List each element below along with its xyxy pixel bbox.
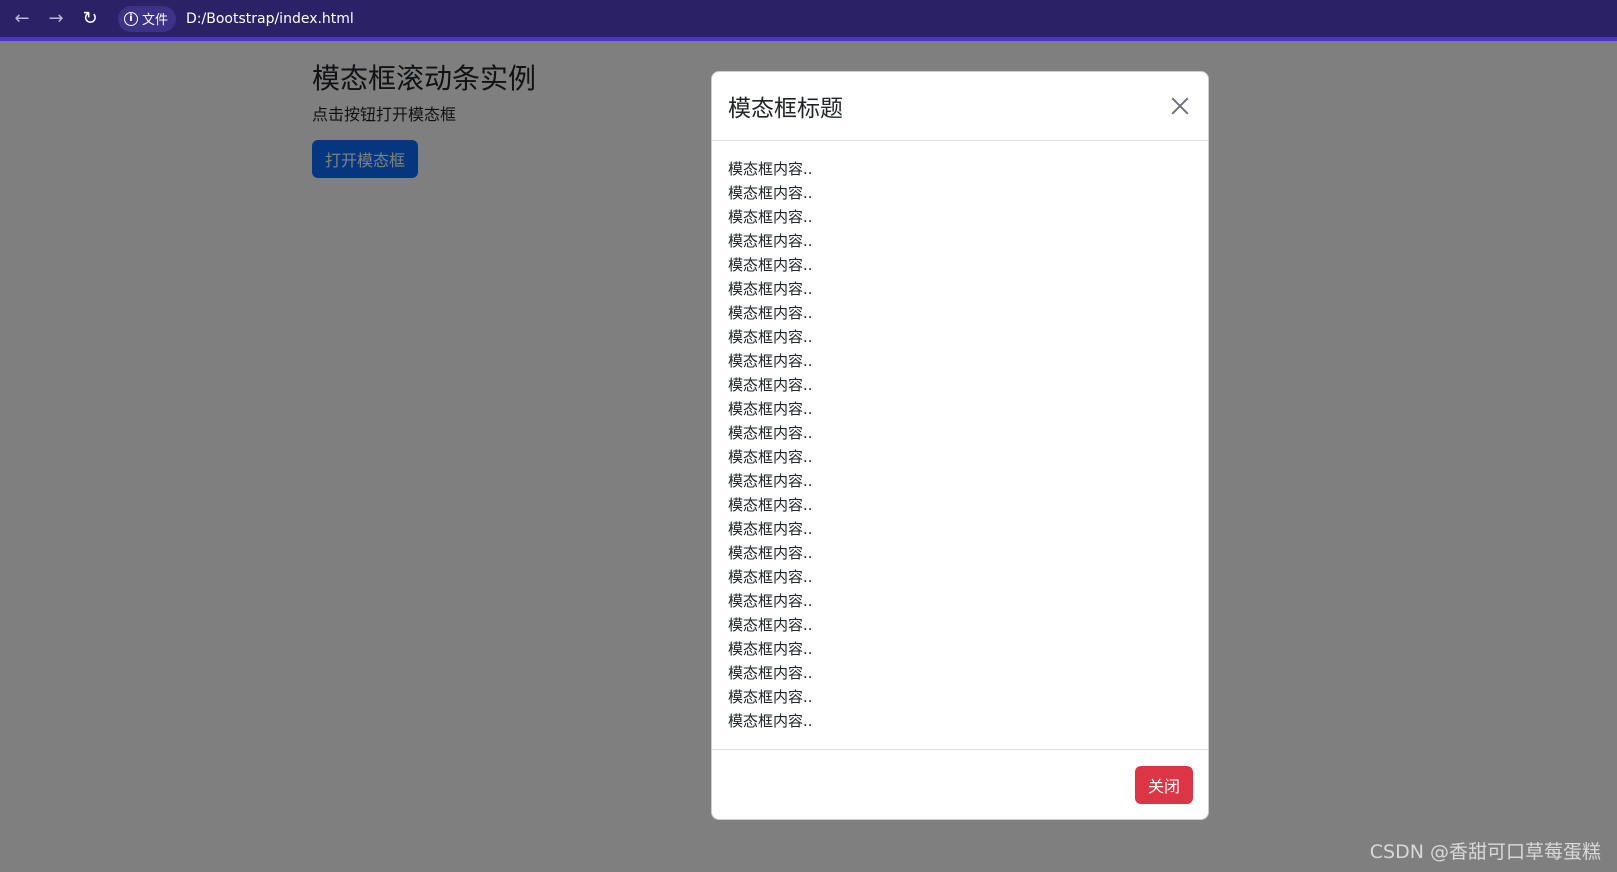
info-icon: i bbox=[124, 11, 138, 26]
modal-body-line: 模态框内容.. bbox=[728, 688, 813, 706]
close-button[interactable]: 关闭 bbox=[1135, 765, 1193, 804]
modal-body-line: 模态框内容.. bbox=[728, 496, 813, 514]
back-icon[interactable]: ← bbox=[10, 7, 34, 31]
modal-body-line: 模态框内容.. bbox=[728, 184, 813, 202]
modal-body-line: 模态框内容.. bbox=[728, 232, 813, 250]
modal-body-line: 模态框内容.. bbox=[728, 160, 813, 178]
url-text[interactable]: D:/Bootstrap/index.html bbox=[186, 11, 354, 27]
site-info-chip[interactable]: i 文件 bbox=[118, 5, 177, 32]
modal-body-line: 模态框内容.. bbox=[728, 616, 813, 634]
modal-footer: 关闭 bbox=[712, 749, 1208, 819]
modal-body-line: 模态框内容.. bbox=[728, 328, 813, 346]
modal-body-line: 模态框内容.. bbox=[728, 376, 813, 394]
modal-body-line: 模态框内容.. bbox=[728, 592, 813, 610]
modal-body-line: 模态框内容.. bbox=[728, 544, 813, 562]
modal-body-line: 模态框内容.. bbox=[728, 712, 813, 730]
modal-title: 模态框标题 bbox=[728, 96, 843, 122]
modal-body-line: 模态框内容.. bbox=[728, 520, 813, 538]
modal-body-line: 模态框内容.. bbox=[728, 472, 813, 490]
browser-toolbar: ← → ↻ i 文件 D:/Bootstrap/index.html bbox=[0, 0, 1617, 41]
modal-body-line: 模态框内容.. bbox=[728, 448, 813, 466]
modal-body-line: 模态框内容.. bbox=[728, 400, 813, 418]
modal-header: 模态框标题 bbox=[712, 72, 1208, 141]
modal-body-line: 模态框内容.. bbox=[728, 568, 813, 586]
modal-body-line: 模态框内容.. bbox=[728, 304, 813, 322]
close-icon[interactable] bbox=[1168, 94, 1192, 118]
site-info-label: 文件 bbox=[142, 13, 169, 28]
forward-icon[interactable]: → bbox=[44, 7, 68, 31]
modal-body-line: 模态框内容.. bbox=[728, 256, 813, 274]
reload-icon[interactable]: ↻ bbox=[78, 7, 102, 31]
watermark: CSDN @香甜可口草莓蛋糕 bbox=[1369, 841, 1601, 863]
modal-body-line: 模态框内容.. bbox=[728, 640, 813, 658]
modal-body-line: 模态框内容.. bbox=[728, 280, 813, 298]
address-bar[interactable]: i 文件 D:/Bootstrap/index.html bbox=[118, 5, 354, 33]
modal-body[interactable]: 模态框内容.. 模态框内容.. 模态框内容.. 模态框内容.. 模态框内容.. 模态框内容… bbox=[712, 141, 1208, 749]
modal-body-line: 模态框内容.. bbox=[728, 424, 813, 442]
modal-body-line: 模态框内容.. bbox=[728, 352, 813, 370]
modal-body-line: 模态框内容.. bbox=[728, 664, 813, 682]
modal-dialog: 模态框标题 模态框内容.. 模态框内容.. 模态框内容.. 模态框内容.. 模态框内容.… bbox=[711, 71, 1209, 820]
modal-body-line: 模态框内容.. bbox=[728, 208, 813, 226]
